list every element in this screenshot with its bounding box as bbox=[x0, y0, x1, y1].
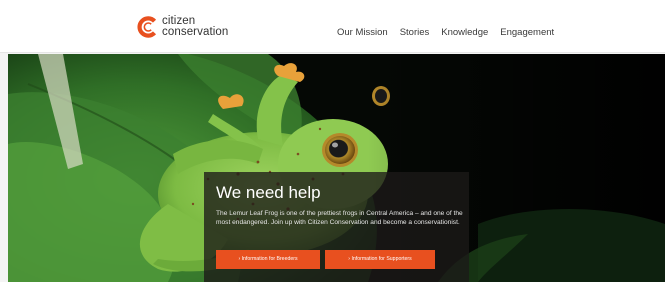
supporters-info-button[interactable]: › Information for Supporters bbox=[325, 250, 435, 269]
cta-buttons: › Information for Breeders › Information… bbox=[216, 250, 435, 269]
breeders-info-button[interactable]: › Information for Breeders bbox=[216, 250, 320, 269]
nav-item-engagement[interactable]: Engagement bbox=[500, 27, 554, 38]
logo-line-2: conservation bbox=[162, 26, 229, 38]
call-to-action-panel: We need help The Lemur Leaf Frog is one … bbox=[204, 172, 469, 282]
logo-c-icon bbox=[137, 16, 159, 38]
page: citizen conservation Our Mission Stories… bbox=[0, 0, 665, 282]
logo-text: citizen conservation bbox=[162, 15, 229, 38]
nav-item-our-mission[interactable]: Our Mission bbox=[337, 27, 388, 38]
nav-item-knowledge[interactable]: Knowledge bbox=[441, 27, 488, 38]
hero-title: We need help bbox=[216, 183, 321, 202]
site-header: citizen conservation Our Mission Stories… bbox=[0, 0, 665, 53]
logo[interactable]: citizen conservation bbox=[137, 13, 228, 41]
main-nav: Our Mission Stories Knowledge Engagement bbox=[337, 27, 554, 38]
nav-item-stories[interactable]: Stories bbox=[400, 27, 430, 38]
hero-description: The Lemur Leaf Frog is one of the pretti… bbox=[216, 210, 463, 227]
